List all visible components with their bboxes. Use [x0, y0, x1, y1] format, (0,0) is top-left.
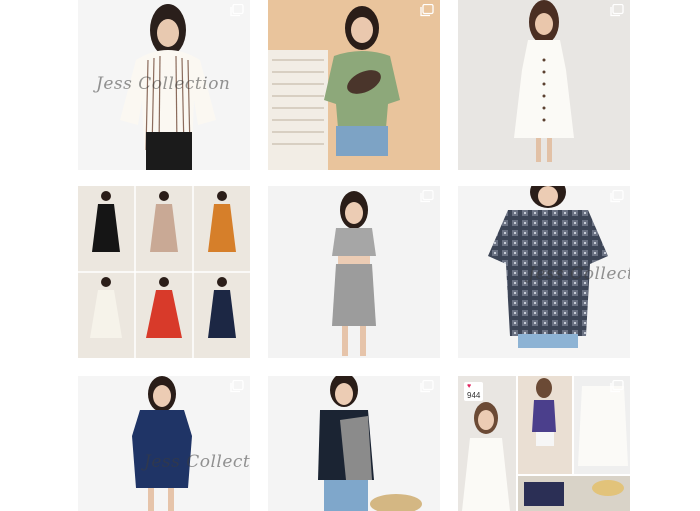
post-image-two-tone-top — [268, 376, 440, 511]
post-image-green-top — [268, 0, 440, 170]
post-tile-9[interactable]: ♥ 944 — [458, 376, 630, 511]
multi-post-icon — [610, 380, 624, 393]
post-tile-7[interactable]: Jess Collection — [78, 376, 250, 511]
post-tile-4[interactable] — [78, 186, 250, 358]
likes-count: 944 — [467, 391, 481, 400]
multi-post-icon — [610, 190, 624, 203]
watermark-text: Jess Collection — [96, 74, 231, 94]
post-tile-5[interactable] — [268, 186, 440, 358]
multi-post-icon — [420, 4, 434, 17]
post-tile-6[interactable]: Jess Collection — [458, 186, 630, 358]
post-tile-1[interactable]: Jess Collection — [78, 0, 250, 170]
post-image-white-dress — [458, 0, 630, 170]
multi-post-icon — [230, 380, 244, 393]
post-image-dress-collage — [78, 186, 250, 358]
multi-post-icon — [420, 190, 434, 203]
post-tile-8[interactable] — [268, 376, 440, 511]
watermark-text: Jess Collection — [528, 264, 630, 284]
likes-badge: ♥ 944 — [464, 382, 484, 401]
multi-post-icon — [610, 4, 624, 17]
photo-grid: Jess Collection Jess Collec Jess Collect… — [0, 0, 700, 511]
post-tile-2[interactable] — [268, 0, 440, 170]
post-image-navy-dress — [78, 376, 250, 511]
post-image-eyelet-collage — [458, 376, 630, 511]
multi-post-icon — [230, 4, 244, 17]
post-tile-3[interactable] — [458, 0, 630, 170]
watermark-text: Jess Collection — [144, 452, 250, 472]
heart-icon: ♥ — [467, 383, 472, 390]
multi-post-icon — [420, 380, 434, 393]
post-image-grey-set — [268, 186, 440, 358]
